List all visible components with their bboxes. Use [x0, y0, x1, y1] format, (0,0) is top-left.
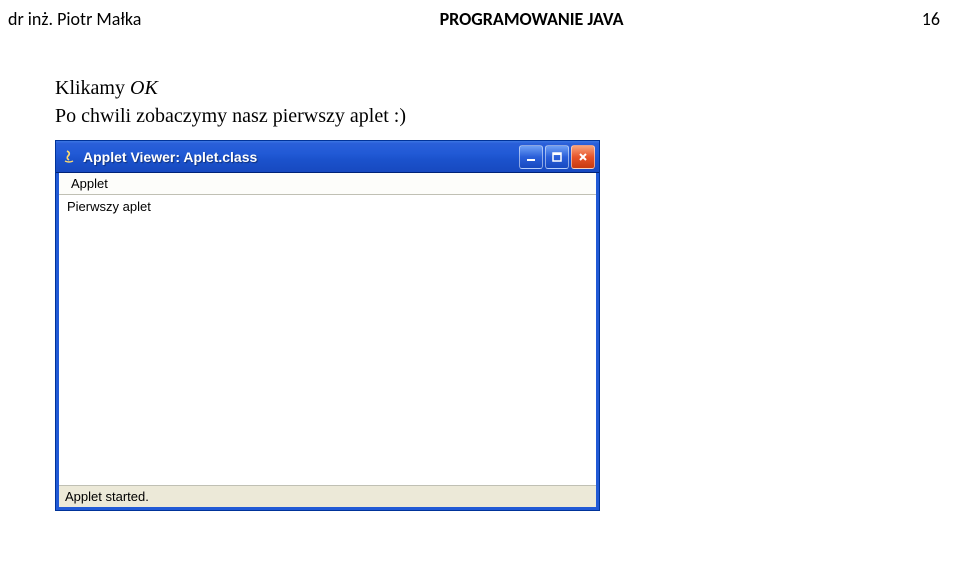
- close-button[interactable]: [571, 145, 595, 169]
- menubar: Applet: [59, 173, 596, 195]
- document-title: PROGRAMOWANIE JAVA: [141, 8, 921, 30]
- menu-applet[interactable]: Applet: [65, 174, 114, 193]
- ok-label: OK: [130, 77, 158, 99]
- applet-content: Pierwszy aplet: [59, 195, 596, 485]
- instruction-text: Klikamy: [55, 77, 130, 99]
- titlebar[interactable]: Applet Viewer: Aplet.class: [56, 141, 599, 173]
- instruction-line-1: Klikamy OK: [55, 74, 960, 102]
- statusbar: Applet started.: [59, 485, 596, 507]
- applet-output-text: Pierwszy aplet: [67, 199, 151, 214]
- minimize-button[interactable]: [519, 145, 543, 169]
- applet-viewer-window: Applet Viewer: Aplet.class Applet Pierws…: [55, 140, 600, 511]
- java-icon: [60, 148, 78, 166]
- maximize-button[interactable]: [545, 145, 569, 169]
- status-text: Applet started.: [65, 489, 149, 504]
- author-name: dr inż. Piotr Małka: [8, 8, 141, 30]
- instruction-line-2: Po chwili zobaczymy nasz pierwszy aplet …: [55, 102, 960, 130]
- window-title: Applet Viewer: Aplet.class: [83, 149, 519, 165]
- page-number: 16: [922, 8, 940, 30]
